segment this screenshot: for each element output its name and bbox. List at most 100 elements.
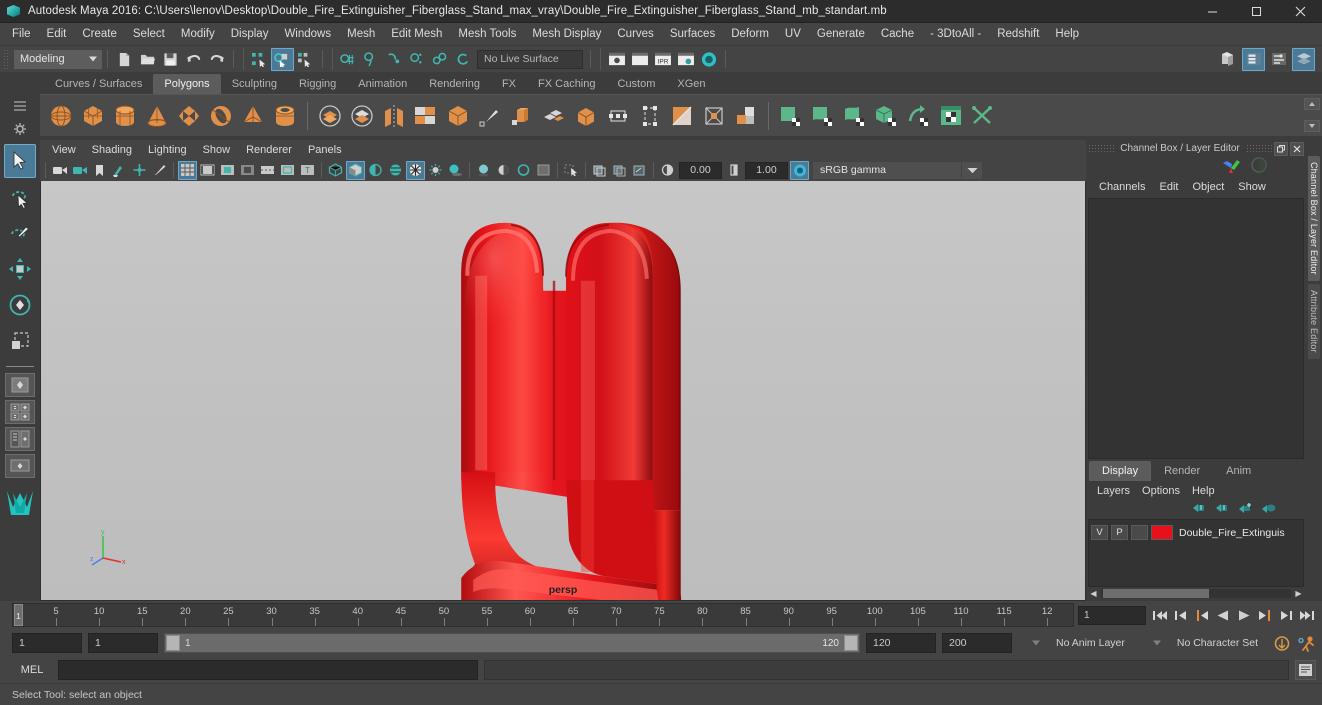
statusline-grip[interactable] [3, 49, 10, 69]
exposure-value[interactable]: 0.00 [679, 161, 722, 179]
select-camera-icon[interactable] [50, 161, 69, 180]
undock-panel-button[interactable] [1274, 141, 1288, 156]
current-frame-field[interactable]: 1 [1078, 605, 1146, 625]
channel-box-attribute-list[interactable] [1088, 198, 1304, 459]
single-perspective-layout[interactable] [5, 373, 35, 397]
undo-icon[interactable] [182, 48, 205, 71]
flat-shade-icon[interactable] [386, 161, 405, 180]
range-start-handle[interactable] [166, 635, 180, 651]
menu-windows[interactable]: Windows [276, 24, 339, 44]
shelf-tab-sculpting[interactable]: Sculpting [220, 74, 288, 94]
uv-planar-icon[interactable] [776, 100, 806, 132]
mirror-geometry-icon[interactable] [379, 100, 409, 132]
select-by-hierarchy-icon[interactable] [248, 48, 271, 71]
uv-spherical-icon[interactable] [840, 100, 870, 132]
layer-shading-toggle[interactable] [1131, 525, 1148, 540]
uv-cut-icon[interactable] [968, 100, 998, 132]
shelf-scroll-up-button[interactable] [1304, 98, 1320, 110]
ipr-render-icon[interactable]: IPR [651, 48, 674, 71]
range-end-field[interactable]: 120 [866, 633, 936, 653]
anim-layer-label[interactable]: No Anim Layer [1048, 633, 1133, 653]
open-scene-icon[interactable] [136, 48, 159, 71]
select-by-component-type-icon[interactable] [294, 48, 317, 71]
attribute-editor-icon[interactable] [1242, 47, 1265, 71]
menu-redshift[interactable]: Redshift [989, 24, 1047, 44]
smooth-shade-selected-icon[interactable] [366, 161, 385, 180]
tab-render[interactable]: Render [1151, 461, 1214, 481]
scroll-left-arrow-icon[interactable]: ◀ [1088, 588, 1099, 599]
time-slider[interactable]: 1 5 10 15 20 25 30 35 40 45 50 55 60 65 70 75 80 85 90 95 1… [12, 603, 1074, 627]
step-back-frame-icon[interactable] [1171, 606, 1190, 625]
layer-playback-toggle[interactable]: P [1111, 525, 1128, 540]
command-input[interactable] [58, 660, 478, 680]
grease-pencil-icon[interactable] [150, 161, 169, 180]
screen-space-ao-icon[interactable] [534, 161, 553, 180]
gamma-value[interactable]: 1.00 [745, 161, 788, 179]
live-surface-field[interactable]: No Live Surface [477, 49, 583, 69]
render-current-frame-icon[interactable] [605, 48, 628, 71]
save-scene-icon[interactable] [159, 48, 182, 71]
film-gate-icon[interactable] [198, 161, 217, 180]
grid-toggle-icon[interactable] [178, 160, 197, 180]
safe-title-icon[interactable]: T [298, 161, 317, 180]
hypershade-icon[interactable] [697, 48, 720, 71]
xray-joints-icon[interactable] [610, 161, 629, 180]
layer-color-swatch[interactable] [1151, 525, 1173, 540]
shelf-tab-custom[interactable]: Custom [606, 74, 667, 94]
uv-transfer-icon[interactable] [904, 100, 934, 132]
resolution-gate-icon[interactable] [218, 161, 237, 180]
shelf-tab-polygons[interactable]: Polygons [153, 74, 221, 94]
scroll-right-arrow-icon[interactable]: ▶ [1293, 588, 1304, 599]
wireframe-on-shaded-icon[interactable] [406, 160, 425, 180]
isolate-select-icon[interactable] [562, 161, 581, 180]
move-layer-up-icon[interactable] [1192, 501, 1207, 519]
exposure-icon[interactable] [658, 161, 677, 180]
shelf-tab-rigging[interactable]: Rigging [287, 74, 348, 94]
redo-icon[interactable] [205, 48, 228, 71]
close-button[interactable] [1278, 0, 1322, 23]
bridge-icon[interactable] [571, 100, 601, 132]
lasso-select-tool[interactable] [4, 180, 36, 214]
render-sequence-icon[interactable] [628, 48, 651, 71]
fire-extinguisher-stand-model[interactable] [41, 181, 1085, 600]
viewport-menu-shading[interactable]: Shading [84, 141, 140, 159]
new-layer-icon[interactable] [1238, 501, 1253, 519]
step-forward-frame-icon[interactable] [1276, 606, 1295, 625]
bevel-icon[interactable] [539, 100, 569, 132]
new-scene-icon[interactable] [113, 48, 136, 71]
sculpt-tool-icon[interactable] [475, 100, 505, 132]
2d-pan-zoom-icon[interactable] [130, 161, 149, 180]
shelf-tab-menu-icon[interactable] [7, 94, 33, 117]
rotate-tool[interactable] [4, 288, 36, 322]
snap-to-view-plane-icon[interactable] [429, 48, 452, 71]
script-editor-icon[interactable] [1295, 660, 1316, 680]
scale-tool[interactable] [4, 324, 36, 358]
render-settings-icon[interactable] [674, 48, 697, 71]
polygon-plane-icon[interactable] [174, 100, 204, 132]
fill-hole-icon[interactable] [635, 100, 665, 132]
viewport-menu-lighting[interactable]: Lighting [140, 141, 195, 159]
layer-menu-help[interactable]: Help [1186, 483, 1221, 499]
animation-end-field[interactable]: 200 [942, 633, 1012, 653]
xray-active-components-icon[interactable] [630, 161, 649, 180]
separate-icon[interactable] [347, 100, 377, 132]
menu-deform[interactable]: Deform [723, 24, 777, 44]
menu-help[interactable]: Help [1047, 24, 1087, 44]
select-tool[interactable] [4, 144, 36, 178]
smooth-shade-all-icon[interactable] [346, 160, 365, 180]
step-forward-key-icon[interactable] [1255, 606, 1274, 625]
menu-file[interactable]: File [4, 24, 39, 44]
new-layer-from-selected-icon[interactable] [1261, 501, 1276, 519]
channel-box-menu-edit[interactable]: Edit [1152, 179, 1185, 195]
combine-icon[interactable] [315, 100, 345, 132]
merge-icon[interactable] [699, 100, 729, 132]
shelf-tab-curves-surfaces[interactable]: Curves / Surfaces [44, 74, 154, 94]
character-set-label[interactable]: No Character Set [1169, 633, 1266, 653]
viewport-menu-renderer[interactable]: Renderer [238, 141, 300, 159]
polygon-pyramid-icon[interactable] [238, 100, 268, 132]
camera-attributes-icon[interactable] [70, 161, 89, 180]
animation-start-field[interactable]: 1 [12, 633, 82, 653]
tab-anim[interactable]: Anim [1213, 461, 1265, 481]
shadows-icon[interactable] [446, 161, 465, 180]
go-to-start-icon[interactable] [1150, 606, 1169, 625]
